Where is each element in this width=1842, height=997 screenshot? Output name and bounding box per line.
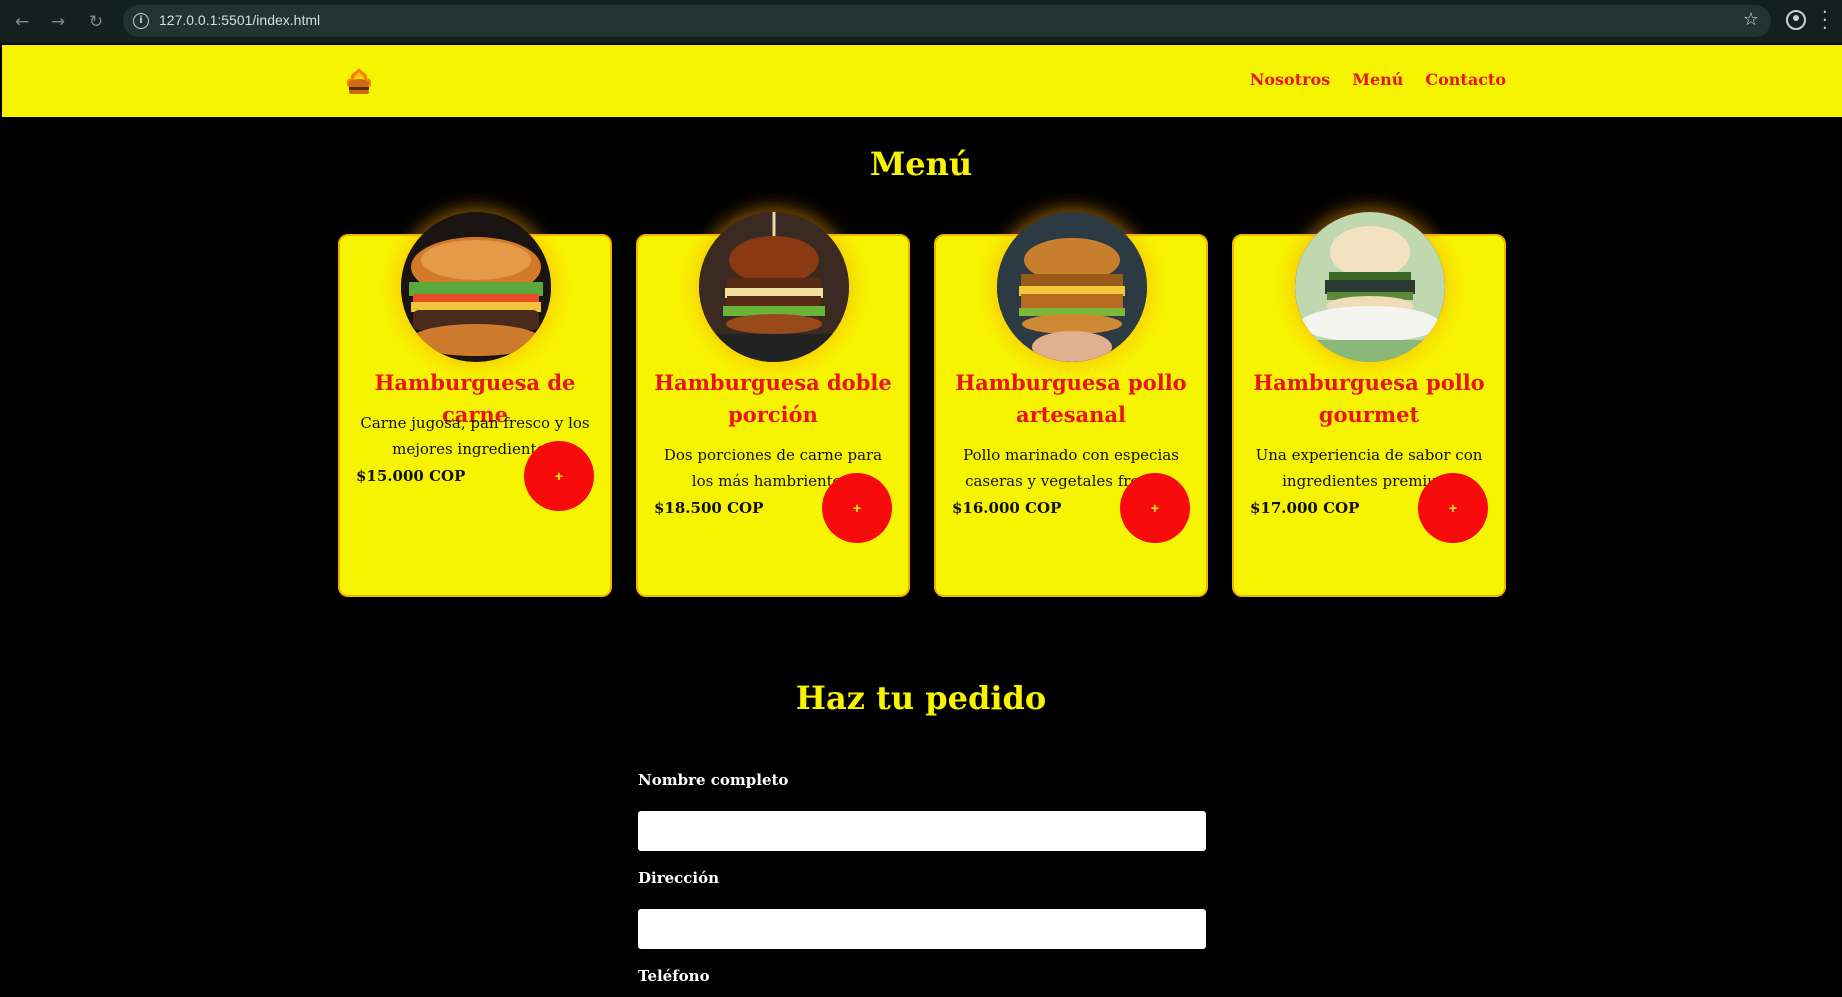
browser-toolbar: ← → ↻ i 127.0.0.1:5501/index.html ☆ · · · — [0, 0, 1842, 44]
url-text[interactable]: 127.0.0.1:5501/index.html — [159, 12, 320, 28]
menu-card: Hamburguesa pollo artesanal Pollo marina… — [934, 212, 1208, 597]
add-to-cart-button[interactable]: + — [524, 441, 594, 511]
address-bar[interactable]: i 127.0.0.1:5501/index.html ☆ — [123, 5, 1771, 37]
browser-menu-icon[interactable]: · · · — [1822, 4, 1828, 38]
card-title: Hamburguesa pollo gourmet — [1253, 370, 1485, 427]
nav-link-nosotros[interactable]: Nosotros — [1250, 70, 1330, 89]
card-price: $15.000 COP — [356, 467, 466, 485]
order-title: Haz tu pedido — [795, 679, 1047, 717]
bookmark-star-icon[interactable]: ☆ — [1743, 9, 1759, 30]
phone-label: Teléfono — [638, 967, 710, 985]
burger-image — [1295, 212, 1445, 362]
card-price: $18.500 COP — [654, 499, 764, 517]
burger-image — [997, 212, 1147, 362]
main-nav: Nosotros Menú Contacto — [1250, 70, 1506, 89]
add-to-cart-button[interactable]: + — [1120, 473, 1190, 543]
back-icon[interactable]: ← — [10, 10, 34, 34]
burger-image — [401, 212, 551, 362]
menu-card: Hamburguesa pollo gourmet Una experienci… — [1232, 212, 1506, 597]
page: Nosotros Menú Contacto Menú Hamburguesa … — [0, 45, 1842, 997]
name-input[interactable] — [638, 811, 1206, 851]
card-title: Hamburguesa doble porción — [654, 370, 892, 427]
address-input[interactable] — [638, 909, 1206, 949]
add-to-cart-button[interactable]: + — [1418, 473, 1488, 543]
card-title: Hamburguesa pollo artesanal — [955, 370, 1187, 427]
address-label: Dirección — [638, 869, 720, 887]
menu-card: Hamburguesa doble porción Dos porciones … — [636, 212, 910, 597]
forward-icon[interactable]: → — [46, 10, 70, 34]
burger-image — [699, 212, 849, 362]
nav-link-menu[interactable]: Menú — [1352, 70, 1403, 89]
add-to-cart-button[interactable]: + — [822, 473, 892, 543]
menu-card: Hamburguesa de carne Carne jugosa, pan f… — [338, 212, 612, 597]
nav-link-contacto[interactable]: Contacto — [1425, 70, 1506, 89]
site-header: Nosotros Menú Contacto — [2, 45, 1842, 117]
burger-flame-logo-icon[interactable] — [344, 67, 374, 97]
menu-title: Menú — [869, 145, 973, 183]
name-label: Nombre completo — [638, 771, 789, 789]
card-price: $16.000 COP — [952, 499, 1062, 517]
card-price: $17.000 COP — [1250, 499, 1360, 517]
profile-icon[interactable] — [1786, 10, 1806, 30]
reload-icon[interactable]: ↻ — [84, 10, 108, 34]
site-info-icon[interactable]: i — [133, 13, 149, 29]
